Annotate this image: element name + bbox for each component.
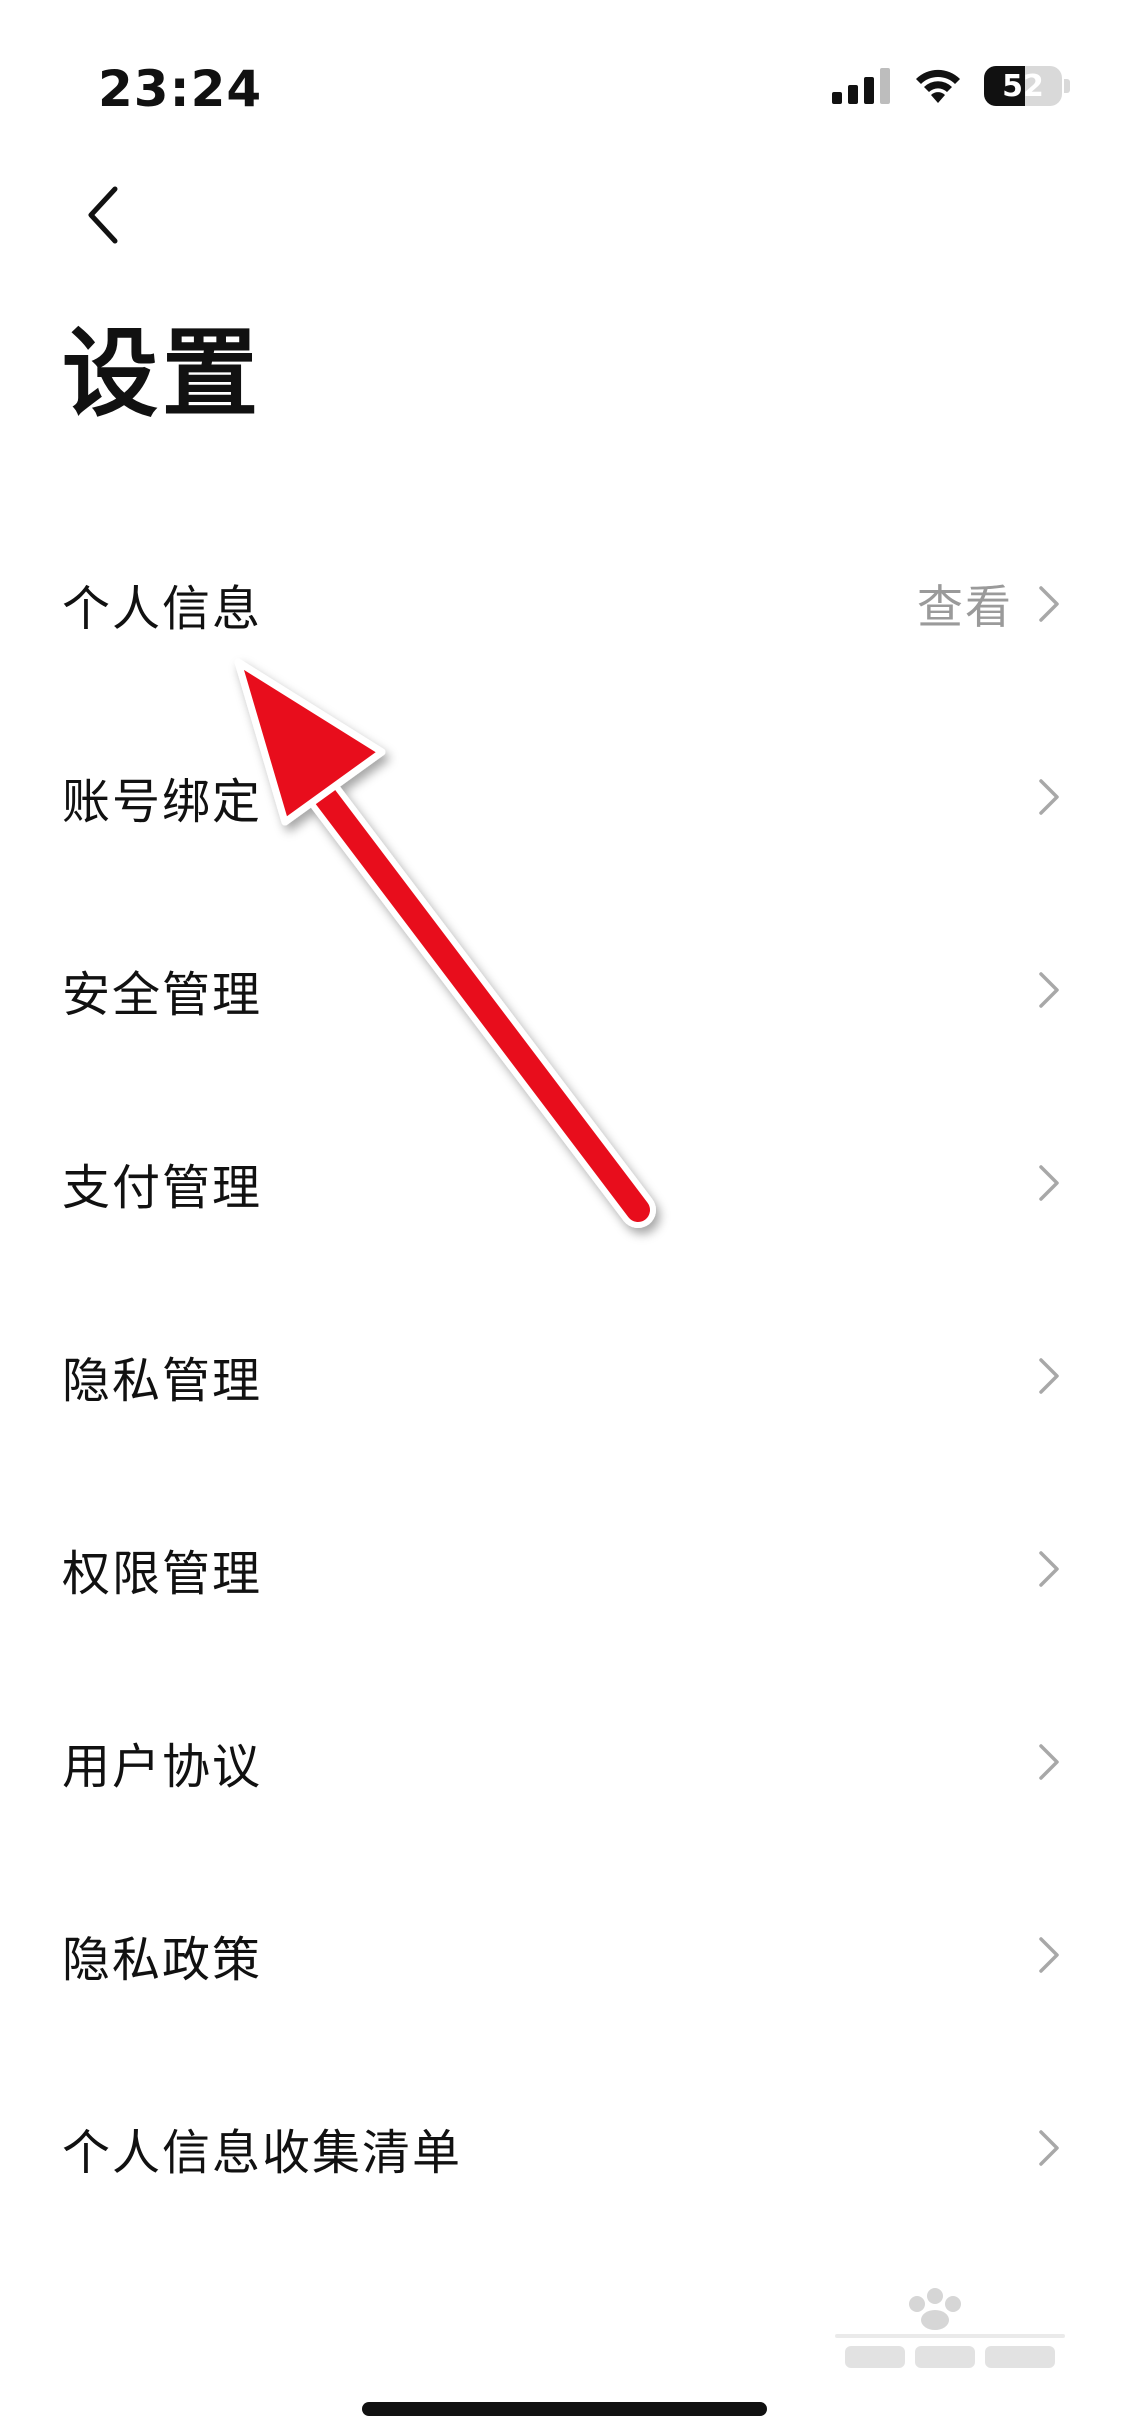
chevron-right-icon bbox=[1039, 778, 1059, 815]
settings-item-info-collection-list[interactable]: 个人信息收集清单 bbox=[0, 2051, 1125, 2244]
settings-item-right bbox=[1037, 777, 1061, 817]
page-title: 设置 bbox=[62, 318, 262, 430]
settings-item-right bbox=[1037, 1935, 1061, 1975]
chevron-left-icon bbox=[88, 186, 118, 244]
status-icons: 52 bbox=[832, 62, 1070, 110]
settings-item-permissions[interactable]: 权限管理 bbox=[0, 1472, 1125, 1665]
settings-item-label: 个人信息收集清单 bbox=[62, 2124, 463, 2181]
battery-icon: 52 bbox=[984, 66, 1062, 106]
settings-item-payment[interactable]: 支付管理 bbox=[0, 1086, 1125, 1279]
chevron-right-icon bbox=[1039, 585, 1059, 622]
battery-cap bbox=[1064, 79, 1070, 93]
settings-item-account-binding[interactable]: 账号绑定 bbox=[0, 700, 1125, 893]
settings-item-right: 查看 bbox=[917, 571, 1061, 637]
settings-item-personal-info[interactable]: 个人信息 查看 bbox=[0, 507, 1125, 700]
settings-item-security[interactable]: 安全管理 bbox=[0, 893, 1125, 1086]
settings-item-right bbox=[1037, 1163, 1061, 1203]
settings-item-right bbox=[1037, 1356, 1061, 1396]
settings-item-label: 个人信息 bbox=[62, 580, 263, 637]
baidu-jingyan-watermark-icon bbox=[835, 2288, 1065, 2368]
chevron-right-icon bbox=[1039, 971, 1059, 1008]
settings-item-label: 账号绑定 bbox=[62, 773, 263, 830]
chevron-right-icon bbox=[1039, 1936, 1059, 1973]
back-button[interactable] bbox=[68, 180, 138, 250]
settings-item-right bbox=[1037, 970, 1061, 1010]
settings-item-label: 权限管理 bbox=[62, 1545, 263, 1602]
chevron-right-icon bbox=[1039, 1164, 1059, 1201]
settings-item-right bbox=[1037, 2128, 1061, 2168]
settings-item-label: 隐私政策 bbox=[62, 1931, 263, 1988]
settings-item-label: 用户协议 bbox=[62, 1738, 263, 1795]
settings-item-value: 查看 bbox=[917, 579, 1013, 634]
settings-item-right bbox=[1037, 1549, 1061, 1589]
settings-item-label: 隐私管理 bbox=[62, 1352, 263, 1409]
settings-item-label: 支付管理 bbox=[62, 1159, 263, 1216]
status-bar: 23:24 52 bbox=[0, 0, 1125, 170]
chevron-right-icon bbox=[1039, 1357, 1059, 1394]
status-time: 23:24 bbox=[98, 60, 263, 118]
chevron-right-icon bbox=[1039, 1743, 1059, 1780]
cellular-signal-icon bbox=[832, 68, 890, 104]
settings-item-label: 安全管理 bbox=[62, 966, 263, 1023]
chevron-right-icon bbox=[1039, 2129, 1059, 2166]
battery-level: 52 bbox=[1002, 68, 1044, 104]
chevron-right-icon bbox=[1039, 1550, 1059, 1587]
home-indicator[interactable] bbox=[362, 2402, 767, 2416]
settings-item-right bbox=[1037, 1742, 1061, 1782]
settings-item-user-agreement[interactable]: 用户协议 bbox=[0, 1665, 1125, 1858]
wifi-icon bbox=[916, 69, 960, 103]
settings-item-privacy-policy[interactable]: 隐私政策 bbox=[0, 1858, 1125, 2051]
settings-list: 个人信息 查看 账号绑定 安全管理 支付管理 隐私管理 权限管理 用户协议 隐私… bbox=[0, 507, 1125, 2244]
settings-item-privacy-management[interactable]: 隐私管理 bbox=[0, 1279, 1125, 1472]
